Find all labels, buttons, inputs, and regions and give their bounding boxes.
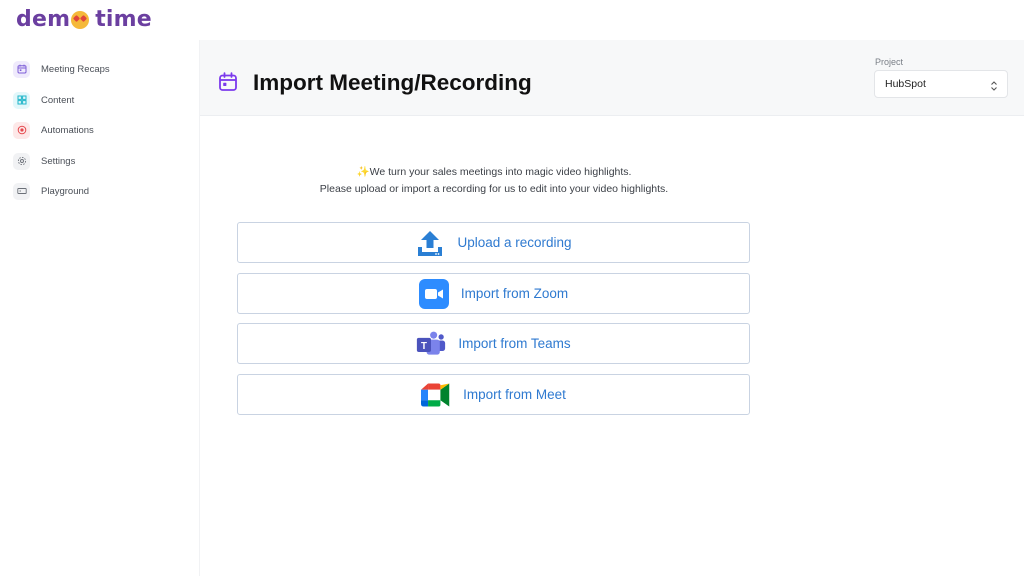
logo-text-left: dem [16, 6, 71, 32]
zoom-icon [418, 278, 449, 309]
import-meet-button[interactable]: Import from Meet [237, 374, 750, 415]
import-zoom-button[interactable]: Import from Zoom [237, 273, 750, 314]
upload-recording-label: Upload a recording [457, 235, 572, 250]
sidebar-item-label: Playground [41, 185, 90, 197]
sidebar-item-label: Settings [41, 155, 76, 167]
calendar-icon [218, 72, 238, 92]
calendar-icon [13, 60, 30, 78]
layout-icon [13, 91, 30, 109]
project-select-value: HubSpot [885, 78, 926, 90]
import-meet-label: Import from Meet [463, 387, 566, 402]
sidebar-item-label: Content [41, 94, 75, 106]
page-header: Import Meeting/Recording Project HubSpot [200, 40, 1024, 116]
sidebar-item-label: Meeting Recaps [41, 63, 110, 75]
import-teams-button[interactable]: T Import from Teams [237, 323, 750, 364]
sidebar-item-automations[interactable]: Automations [13, 121, 94, 139]
sidebar-item-label: Automations [41, 124, 94, 136]
tagline-line-1: ✨We turn your sales meetings into magic … [200, 164, 788, 181]
sidebar-item-content[interactable]: Content [13, 91, 74, 109]
sidebar: Meeting Recaps Content Automations Setti… [0, 40, 200, 576]
upload-icon [415, 228, 445, 258]
svg-text:T: T [421, 340, 427, 351]
upload-recording-button[interactable]: Upload a recording [237, 222, 750, 263]
project-select[interactable]: HubSpot [874, 70, 1008, 98]
tagline-line-1-text: We turn your sales meetings into magic v… [369, 166, 632, 178]
star-eyes-emoji-icon [71, 11, 90, 29]
record-icon [13, 121, 30, 139]
sidebar-item-settings[interactable]: Settings [13, 152, 75, 170]
meet-icon [421, 380, 451, 410]
chevron-up-down-icon [990, 79, 998, 91]
app-logo[interactable]: dem time [16, 4, 152, 34]
keyboard-icon [13, 182, 30, 200]
project-label: Project [875, 57, 904, 67]
teams-icon: T [416, 329, 446, 359]
page-title: Import Meeting/Recording [253, 70, 532, 95]
sidebar-item-meeting-recaps[interactable]: Meeting Recaps [13, 60, 110, 78]
import-zoom-label: Import from Zoom [460, 286, 569, 301]
import-teams-label: Import from Teams [458, 336, 571, 351]
tagline-line-2: Please upload or import a recording for … [319, 182, 669, 195]
sparkles-icon: ✨ [356, 166, 370, 178]
top-bar: dem time [0, 0, 1024, 40]
sidebar-item-playground[interactable]: Playground [13, 182, 89, 200]
gear-icon [13, 152, 30, 170]
tagline: ✨We turn your sales meetings into magic … [200, 164, 788, 197]
logo-text-right: time [95, 6, 152, 32]
